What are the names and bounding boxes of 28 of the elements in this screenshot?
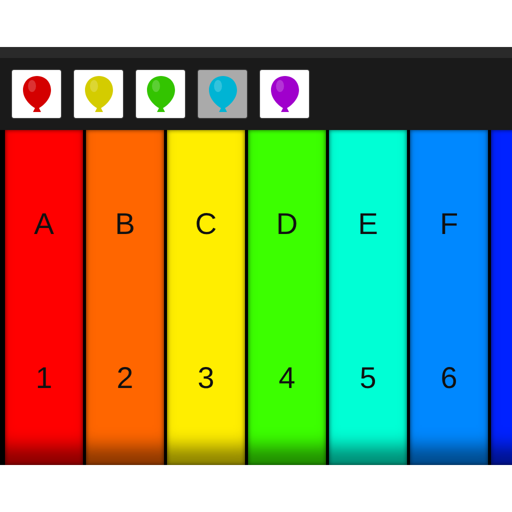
balloon-button[interactable] bbox=[197, 69, 248, 119]
balloon-icon bbox=[84, 75, 114, 113]
note-label: D bbox=[275, 208, 299, 242]
number-label: 3 bbox=[196, 362, 216, 396]
number-label: 5 bbox=[358, 362, 378, 396]
note-label: F bbox=[438, 208, 460, 242]
note-label: C bbox=[194, 208, 218, 242]
note-label: A bbox=[32, 208, 55, 242]
number-label: 6 bbox=[440, 362, 458, 396]
xylophone-key[interactable]: E 5 bbox=[329, 130, 407, 465]
xylophone-key[interactable]: B 2 bbox=[86, 130, 164, 465]
note-label: E bbox=[356, 208, 379, 242]
balloon-icon bbox=[22, 75, 52, 113]
xylophone-key[interactable]: F 6 bbox=[410, 130, 488, 465]
number-label: 1 bbox=[34, 362, 54, 396]
balloon-icon bbox=[208, 75, 238, 113]
xylophone-key[interactable]: A 1 bbox=[5, 130, 83, 465]
xylophone-key[interactable]: D 4 bbox=[248, 130, 326, 465]
number-label: 4 bbox=[278, 362, 296, 396]
balloon-icon bbox=[146, 75, 176, 113]
balloon-button[interactable] bbox=[135, 69, 186, 119]
xylophone-key[interactable]: C 3 bbox=[167, 130, 245, 465]
balloon-button[interactable] bbox=[11, 69, 62, 119]
note-label: B bbox=[114, 208, 136, 242]
balloon-button[interactable] bbox=[73, 69, 124, 119]
number-label: 2 bbox=[116, 362, 134, 396]
balloon-icon bbox=[270, 75, 300, 113]
balloon-button[interactable] bbox=[259, 69, 310, 119]
